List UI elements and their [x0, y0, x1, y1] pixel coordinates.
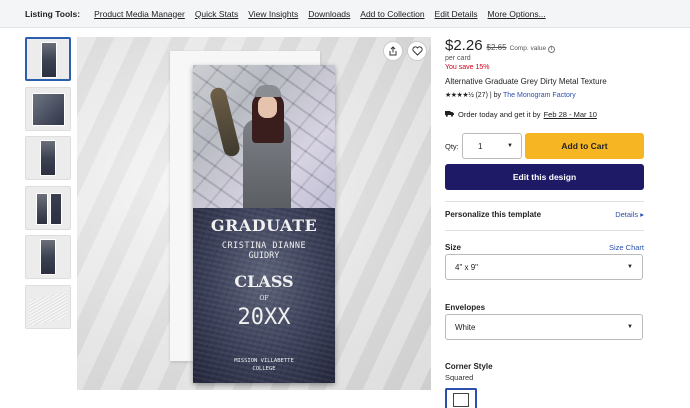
squared-corner-icon: [453, 393, 469, 407]
comp-value-label: Comp. value: [509, 45, 547, 52]
size-chart-link[interactable]: Size Chart: [609, 243, 644, 252]
size-select[interactable]: 4" x 9" ▼: [445, 254, 643, 280]
divider: [445, 230, 644, 231]
delivery-estimate: Order today and get it by Feb 28 - Mar 1…: [445, 110, 645, 119]
view-insights-link[interactable]: View Insights: [248, 9, 298, 19]
quantity-value: 1: [478, 141, 483, 151]
chevron-down-icon: ▼: [507, 143, 513, 149]
add-to-cart-button[interactable]: Add to Cart: [525, 133, 644, 159]
star-rating-icon[interactable]: ★★★★½: [445, 91, 474, 99]
delivery-dates-link[interactable]: Feb 28 - Mar 10: [544, 110, 597, 119]
listing-tools-bar: Listing Tools: Product Media Manager Qui…: [0, 0, 690, 28]
card-class-text: CLASS: [234, 272, 294, 291]
quick-stats-link[interactable]: Quick Stats: [195, 9, 238, 19]
heart-icon: [411, 46, 423, 56]
thumbnail-3[interactable]: [25, 136, 71, 180]
graduate-photo: [193, 65, 335, 208]
card-school-line2: COLLEGE: [252, 366, 276, 372]
share-button[interactable]: [383, 41, 403, 61]
thumbnail-2[interactable]: [25, 86, 71, 131]
original-price: $2.65: [486, 43, 507, 52]
card-name-line2: GUIDRY: [248, 251, 280, 261]
card-year-text: 20XX: [237, 305, 291, 330]
share-icon: [389, 46, 397, 56]
review-count[interactable]: (27) | by: [475, 92, 501, 99]
price-row: $2.26 $2.65 Comp. value i: [445, 37, 645, 54]
info-icon[interactable]: i: [548, 45, 556, 53]
purchase-panel: $2.26 $2.65 Comp. value i per card You s…: [445, 37, 645, 408]
chevron-down-icon: ▼: [627, 324, 633, 330]
truck-icon: [445, 110, 454, 119]
invitation-card-image: GRADUATE CRISTINA DIANNE GUIDRY CLASS OF…: [193, 65, 335, 383]
qty-label: Qty:: [445, 141, 459, 151]
listing-tools-label: Listing Tools:: [25, 8, 81, 19]
thumbnail-4[interactable]: [25, 185, 71, 230]
corner-style-value: Squared: [445, 373, 474, 382]
card-school-line1: MISSION VILLABETTE: [234, 358, 294, 364]
edit-details-link[interactable]: Edit Details: [435, 9, 478, 19]
thumbnail-strip: [25, 37, 72, 334]
quantity-row: Qty: 1 ▼: [445, 133, 522, 159]
size-value: 4" x 9": [455, 262, 479, 272]
corner-style-label: Corner Style: [445, 362, 493, 371]
thumbnail-5[interactable]: [25, 235, 71, 279]
corner-option-squared[interactable]: [445, 388, 477, 408]
envelopes-select[interactable]: White ▼: [445, 314, 643, 340]
card-of-text: OF: [259, 295, 269, 302]
order-text: Order today and get it by: [458, 110, 541, 119]
add-to-collection-link[interactable]: Add to Collection: [360, 9, 424, 19]
savings-label: You save 15%: [445, 64, 490, 71]
personalize-details-link[interactable]: Details ▸: [615, 210, 644, 219]
shop-link[interactable]: The Monogram Factory: [503, 92, 576, 99]
product-title: Alternative Graduate Grey Dirty Metal Te…: [445, 77, 607, 86]
more-options-link[interactable]: More Options...: [488, 9, 546, 19]
thumbnail-1[interactable]: [25, 37, 71, 81]
card-graduate-text: GRADUATE: [210, 216, 318, 235]
downloads-link[interactable]: Downloads: [308, 9, 350, 19]
divider: [445, 201, 644, 202]
favorite-button[interactable]: [407, 41, 427, 61]
card-name-line1: CRISTINA DIANNE: [221, 241, 307, 251]
main-product-image[interactable]: GRADUATE CRISTINA DIANNE GUIDRY CLASS OF…: [77, 37, 431, 390]
edit-design-button[interactable]: Edit this design: [445, 164, 644, 190]
product-media-manager-link[interactable]: Product Media Manager: [94, 9, 185, 19]
per-card-label: per card: [445, 55, 471, 62]
rating-row: ★★★★½ (27) | by The Monogram Factory: [445, 91, 645, 100]
envelopes-value: White: [455, 322, 476, 332]
thumbnail-6[interactable]: [25, 284, 71, 329]
personalize-label: Personalize this template: [445, 210, 542, 219]
quantity-select[interactable]: 1 ▼: [462, 133, 522, 159]
chevron-down-icon: ▼: [627, 264, 633, 270]
envelopes-label: Envelopes: [445, 303, 486, 312]
size-label: Size: [445, 243, 462, 252]
current-price: $2.26: [445, 37, 483, 54]
